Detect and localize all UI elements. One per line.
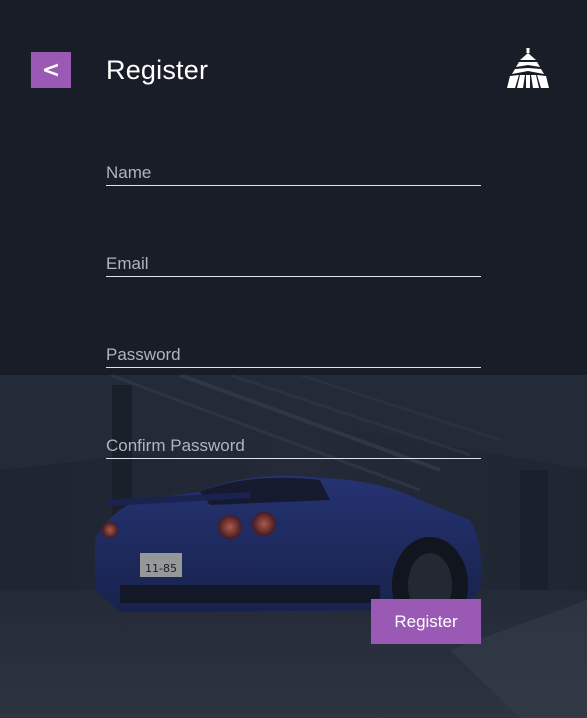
confirm-password-field-container <box>106 435 481 459</box>
email-input[interactable] <box>106 253 481 275</box>
back-button[interactable]: < <box>31 52 71 88</box>
name-input[interactable] <box>106 162 481 184</box>
register-button[interactable]: Register <box>371 599 481 644</box>
email-field-container <box>106 253 481 277</box>
stylized-tree-logo-icon <box>507 48 549 88</box>
confirm-password-input[interactable] <box>106 435 481 457</box>
register-screen: 11-85 < Register Name Email Register <box>0 0 587 718</box>
name-field-container <box>106 162 481 186</box>
header-backdrop <box>0 0 587 375</box>
password-field-container <box>106 344 481 368</box>
page-title: Register <box>106 55 209 85</box>
password-input[interactable] <box>106 344 481 366</box>
